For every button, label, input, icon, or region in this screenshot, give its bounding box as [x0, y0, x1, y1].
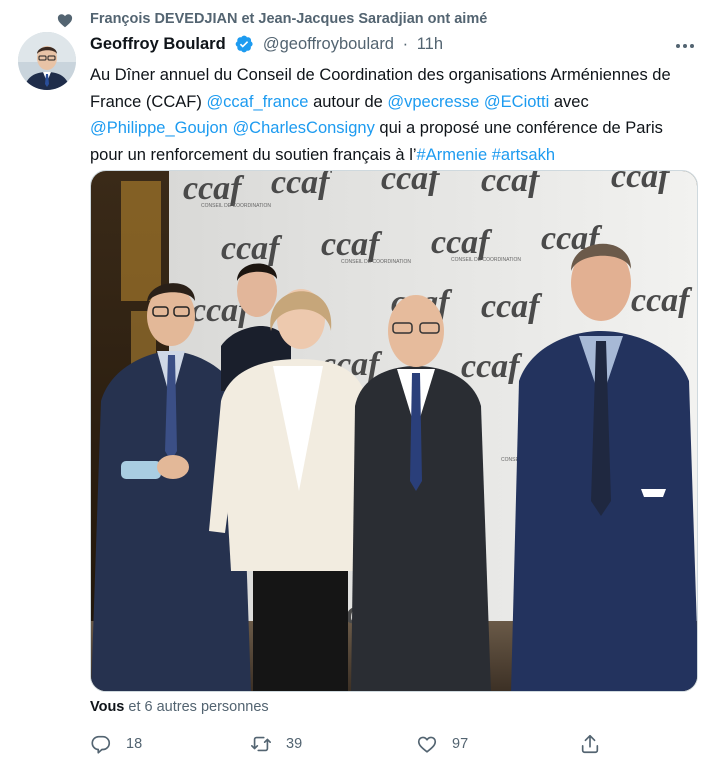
- svg-text:ccaf: ccaf: [431, 224, 493, 261]
- share-icon: [581, 734, 599, 754]
- tweet-photo[interactable]: ccaf ccaf ccaf ccaf ccaf ccaf ccaf ccaf …: [90, 170, 698, 692]
- separator-dot: ·: [402, 34, 409, 53]
- svg-text:ccaf: ccaf: [481, 171, 543, 199]
- svg-text:ccaf: ccaf: [381, 171, 443, 197]
- social-context[interactable]: François DEVEDJIAN et Jean-Jacques Sarad…: [0, 8, 719, 30]
- likes-summary-rest: et 6 autres personnes: [124, 699, 269, 715]
- tweet-header: Geoffroy Boulard @geoffroyboulard · 11h: [90, 34, 443, 58]
- social-context-text[interactable]: François DEVEDJIAN et Jean-Jacques Sarad…: [90, 11, 487, 27]
- svg-text:ccaf: ccaf: [461, 348, 523, 385]
- tweet-text-segment: autour de: [308, 92, 388, 111]
- author-name[interactable]: Geoffroy Boulard: [90, 35, 226, 54]
- likes-summary[interactable]: Vous et 6 autres personnes: [90, 699, 269, 715]
- svg-text:ccaf: ccaf: [221, 230, 283, 267]
- share-button[interactable]: [579, 730, 601, 758]
- mention-link[interactable]: @vpecresse: [387, 93, 479, 111]
- likes-summary-bold: Vous: [90, 699, 125, 715]
- mention-link[interactable]: @ccaf_france: [206, 93, 308, 111]
- verified-badge-icon: [235, 35, 253, 53]
- like-button[interactable]: 97: [416, 730, 468, 758]
- avatar-image: [18, 32, 76, 90]
- mention-link[interactable]: @ECiotti: [484, 93, 549, 111]
- svg-text:CONSEIL DE COORDINATION: CONSEIL DE COORDINATION: [451, 257, 521, 263]
- mention-link[interactable]: @Philippe_Goujon: [90, 119, 228, 137]
- retweet-icon: [251, 736, 271, 752]
- mention-link[interactable]: @CharlesConsigny: [232, 119, 374, 137]
- reply-count: 18: [126, 736, 143, 752]
- tweet-text: Au Dîner annuel du Conseil de Coordinati…: [90, 62, 700, 168]
- svg-text:ccaf: ccaf: [631, 282, 693, 319]
- retweet-count: 39: [286, 736, 303, 752]
- svg-text:CONSEIL DE COORDINATION: CONSEIL DE COORDINATION: [341, 259, 411, 265]
- tweet-time[interactable]: 11h: [417, 35, 443, 54]
- backdrop-logo: ccaf: [183, 171, 245, 207]
- heart-outline-icon: [417, 736, 437, 753]
- svg-text:ccaf: ccaf: [481, 288, 543, 325]
- hashtag-link[interactable]: #artsakh: [492, 146, 555, 164]
- avatar[interactable]: [18, 32, 76, 90]
- reply-icon: [91, 735, 111, 754]
- svg-text:ccaf: ccaf: [321, 226, 383, 263]
- heart-icon: [57, 14, 73, 28]
- event-photo: ccaf ccaf ccaf ccaf ccaf ccaf ccaf ccaf …: [91, 171, 697, 691]
- hashtag-link[interactable]: #Armenie: [417, 146, 488, 164]
- reply-button[interactable]: 18: [90, 730, 142, 758]
- retweet-button[interactable]: 39: [250, 730, 302, 758]
- svg-text:CONSEIL DE COORDINATION: CONSEIL DE COORDINATION: [201, 203, 271, 209]
- svg-text:ccaf: ccaf: [271, 171, 333, 201]
- like-count: 97: [452, 736, 469, 752]
- author-handle[interactable]: @geoffroyboulard: [263, 35, 394, 54]
- tweet-actions: 18 39 97: [90, 730, 610, 758]
- tweet-text-segment: avec: [549, 92, 589, 111]
- svg-text:ccaf: ccaf: [611, 171, 673, 195]
- more-options-icon[interactable]: [672, 38, 698, 54]
